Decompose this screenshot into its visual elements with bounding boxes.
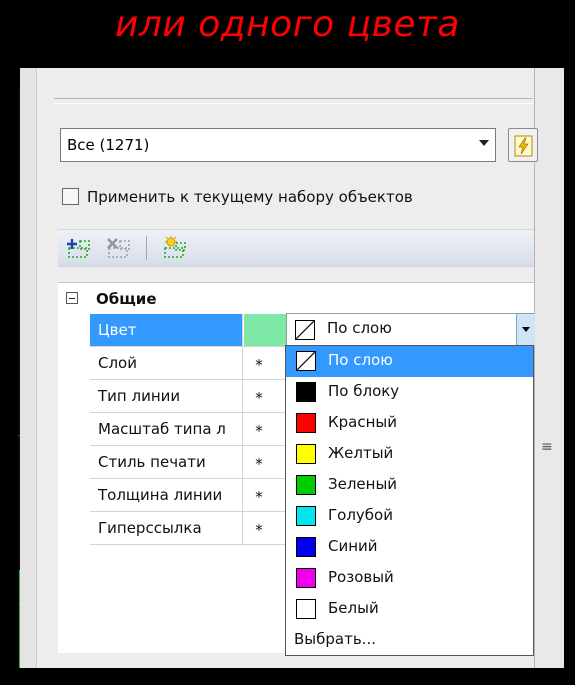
color-dropdown-list: Выбрать... По слою По блоку Красный Желтый З… — [285, 345, 534, 656]
property-name: Слой — [90, 347, 243, 379]
color-option[interactable]: Голубой — [286, 501, 533, 532]
choose-color-option[interactable]: Выбрать... — [294, 630, 376, 648]
chevron-down-icon[interactable] — [516, 314, 535, 345]
property-value: * — [255, 389, 263, 407]
color-swatch-icon — [296, 599, 316, 619]
property-name: Толщина линии — [90, 479, 243, 511]
color-option[interactable]: Зеленый — [286, 470, 533, 501]
category-label: Общие — [96, 290, 157, 308]
resize-grip-icon[interactable]: ≡ — [541, 440, 553, 454]
color-option-label: Красный — [328, 413, 398, 431]
apply-to-selection-label: Применить к текущему набору объектов — [87, 188, 413, 206]
property-color-swatch — [244, 314, 286, 346]
color-option-label: По слою — [328, 351, 393, 369]
add-to-set-icon[interactable] — [66, 236, 92, 260]
bylayer-swatch-icon — [295, 320, 315, 340]
property-value: * — [255, 521, 263, 539]
color-swatch-icon — [296, 413, 316, 433]
property-row-plotstyle[interactable]: Стиль печати * — [90, 446, 315, 479]
lightning-icon — [514, 135, 533, 157]
color-option-label: Синий — [328, 537, 378, 555]
quick-select-icon[interactable] — [162, 236, 188, 260]
color-option[interactable]: Белый — [286, 594, 533, 625]
property-value: * — [255, 455, 263, 473]
property-row-hyperlink[interactable]: Гиперссылка * — [90, 512, 315, 545]
color-option[interactable]: Желтый — [286, 439, 533, 470]
color-option-label: Розовый — [328, 568, 394, 586]
color-option-label: Желтый — [328, 444, 394, 462]
color-option-label: По блоку — [328, 382, 400, 400]
object-selector-value: Все (1271) — [67, 136, 150, 154]
property-value: * — [255, 422, 263, 440]
property-name: Цвет — [90, 314, 243, 346]
color-option[interactable]: По слою — [286, 346, 533, 377]
color-option-label: Белый — [328, 599, 379, 617]
property-row-linetype[interactable]: Тип линии * — [90, 380, 315, 413]
color-option[interactable]: По блоку — [286, 377, 533, 408]
bylayer-swatch-icon — [296, 351, 316, 371]
color-option[interactable]: Розовый — [286, 563, 533, 594]
property-row-color[interactable]: Цвет — [90, 314, 315, 347]
color-option-label: Голубой — [328, 506, 393, 524]
remove-from-set-icon[interactable] — [106, 236, 132, 260]
color-option[interactable]: Синий — [286, 532, 533, 563]
chevron-down-icon[interactable] — [479, 140, 489, 146]
color-option[interactable]: Красный — [286, 408, 533, 439]
color-swatch-icon — [296, 444, 316, 464]
color-value-combo[interactable]: По слою — [286, 313, 534, 346]
property-name: Тип линии — [90, 380, 243, 412]
property-value: * — [255, 356, 263, 374]
color-swatch-icon — [296, 475, 316, 495]
property-value: * — [255, 488, 263, 506]
property-row-lineweight[interactable]: Толщина линии * — [90, 479, 315, 512]
collapse-icon[interactable] — [66, 292, 78, 304]
property-name: Гиперссылка — [90, 512, 243, 544]
color-value-text: По слою — [327, 319, 392, 337]
apply-to-selection-checkbox[interactable] — [62, 188, 79, 205]
selection-toolbar — [58, 229, 534, 267]
palette-side-strip — [534, 68, 564, 668]
color-swatch-icon — [296, 537, 316, 557]
banner: или одного цвета — [0, 0, 575, 66]
color-swatch-icon — [296, 382, 316, 402]
palette-title-rails[interactable] — [54, 98, 533, 106]
property-name: Стиль печати — [90, 446, 243, 478]
color-swatch-icon — [296, 506, 316, 526]
color-option-label: Зеленый — [328, 475, 398, 493]
property-name: Масштаб типа л — [90, 413, 243, 445]
property-row-linetype-scale[interactable]: Масштаб типа л * — [90, 413, 315, 446]
object-selector-combo[interactable]: Все (1271) — [60, 128, 496, 162]
color-swatch-icon — [296, 568, 316, 588]
toolbar-separator — [146, 236, 147, 260]
banner-title: или одного цвета — [114, 4, 460, 45]
property-row-layer[interactable]: Слой * — [90, 347, 315, 380]
quick-select-button[interactable] — [508, 128, 538, 162]
